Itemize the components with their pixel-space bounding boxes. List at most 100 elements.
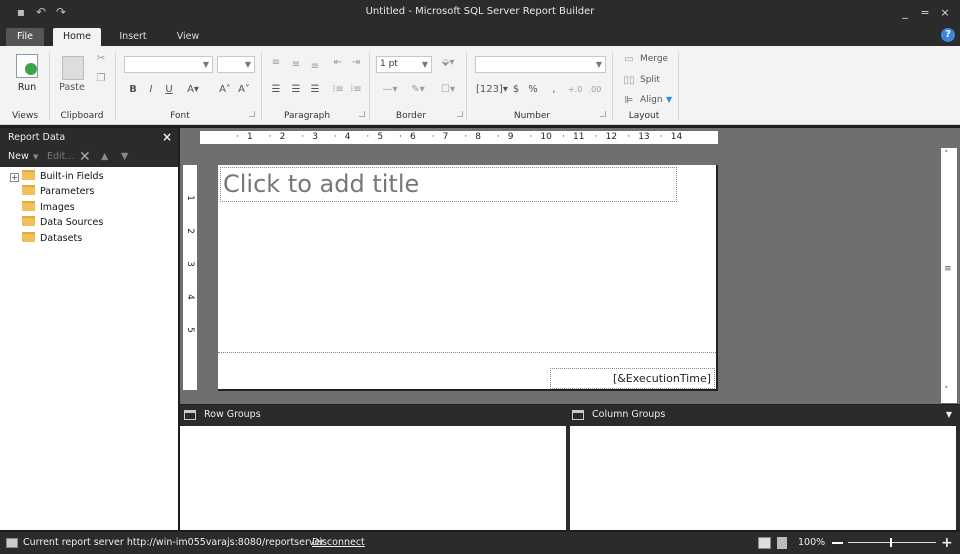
- ribbon-tabs: File Home Insert View: [0, 26, 960, 46]
- align-icon[interactable]: ⊫: [622, 94, 636, 108]
- new-button[interactable]: New: [8, 147, 29, 167]
- paragraph-dialog-launcher[interactable]: [359, 111, 365, 117]
- align-center-icon[interactable]: ☰: [288, 83, 304, 97]
- minimize-icon[interactable]: _: [896, 5, 914, 21]
- server-icon: [6, 538, 18, 548]
- tree-item-data-sources[interactable]: Data Sources: [22, 216, 103, 230]
- tab-file[interactable]: File: [6, 28, 44, 46]
- tab-home[interactable]: Home: [53, 28, 101, 46]
- restore-icon[interactable]: =: [916, 5, 934, 21]
- align-button[interactable]: Align: [640, 95, 663, 105]
- page-view-icon[interactable]: [777, 537, 787, 549]
- close-panel-icon[interactable]: ×: [162, 128, 172, 147]
- font-dialog-launcher[interactable]: [249, 111, 255, 117]
- merge-button[interactable]: Merge: [640, 54, 668, 64]
- scroll-thumb-icon[interactable]: ≡: [944, 264, 952, 274]
- align-bottom-icon[interactable]: ≡: [307, 60, 323, 74]
- close-icon[interactable]: ×: [936, 5, 954, 21]
- align-right-icon[interactable]: ☰: [307, 83, 323, 97]
- cut-icon[interactable]: ✂: [94, 52, 108, 66]
- new-dropdown-icon[interactable]: ▼: [33, 147, 38, 167]
- ruler-mark-6: 6: [410, 132, 416, 142]
- group-paragraph-label: Paragraph: [283, 111, 331, 121]
- run-icon[interactable]: [16, 54, 38, 78]
- italic-icon[interactable]: I: [145, 83, 157, 97]
- tab-insert[interactable]: Insert: [110, 28, 156, 46]
- disconnect-link[interactable]: Disconnect: [312, 532, 365, 554]
- decrease-indent-icon[interactable]: ⇤: [330, 56, 346, 70]
- comma-style-icon[interactable]: ,: [548, 83, 560, 97]
- border-color-icon[interactable]: ✎▾: [405, 83, 431, 97]
- shrink-font-icon[interactable]: A˅: [237, 83, 251, 97]
- column-groups-box[interactable]: [570, 426, 956, 530]
- run-button[interactable]: Run: [12, 82, 42, 93]
- paste-icon[interactable]: [62, 56, 84, 80]
- scroll-down-icon[interactable]: ˅: [944, 386, 949, 396]
- zoom-out-icon[interactable]: [832, 542, 843, 544]
- align-left-icon[interactable]: ☰: [268, 83, 284, 97]
- align-dropdown-icon[interactable]: ▼: [666, 95, 672, 104]
- border-dialog-launcher[interactable]: [457, 111, 463, 117]
- report-title-textbox[interactable]: Click to add title: [220, 167, 677, 202]
- font-color-icon[interactable]: A▾: [183, 83, 203, 97]
- zoom-slider-thumb[interactable]: [890, 538, 892, 547]
- currency-icon[interactable]: $: [510, 83, 522, 97]
- number-format-select[interactable]: ▼: [475, 56, 606, 73]
- tree-item-images[interactable]: Images: [22, 201, 75, 215]
- ruler-mark-9: 9: [507, 132, 514, 142]
- move-down-icon[interactable]: ▼: [121, 147, 128, 167]
- ruler-tick: ·: [268, 132, 272, 142]
- help-icon[interactable]: ?: [941, 28, 955, 42]
- edit-button[interactable]: Edit...: [47, 147, 74, 167]
- fill-color-icon[interactable]: ⬙▾: [437, 56, 459, 70]
- font-size-select[interactable]: ▼: [217, 56, 255, 73]
- grow-font-icon[interactable]: A˄: [218, 83, 232, 97]
- align-top-icon[interactable]: ≡: [268, 56, 284, 70]
- align-middle-icon[interactable]: ≡: [288, 58, 304, 72]
- placeholder-styles-icon[interactable]: [123]▾: [476, 83, 508, 97]
- ruler-tick: ·: [333, 132, 337, 142]
- folder-icon: [22, 185, 35, 195]
- tree-item-datasets[interactable]: Datasets: [22, 232, 82, 246]
- zoom-slider[interactable]: [848, 542, 936, 543]
- tab-view[interactable]: View: [166, 28, 210, 46]
- bold-icon[interactable]: B: [127, 83, 139, 97]
- underline-icon[interactable]: U: [163, 83, 175, 97]
- paste-button[interactable]: Paste: [55, 82, 89, 93]
- groups-menu-icon[interactable]: ▼: [946, 405, 952, 425]
- execution-time-textbox[interactable]: [&ExecutionTime]: [550, 368, 715, 389]
- copy-icon[interactable]: ❐: [94, 72, 108, 86]
- border-width-select[interactable]: 1 pt ▼: [376, 56, 432, 73]
- move-up-icon[interactable]: ▲: [101, 147, 108, 167]
- report-page[interactable]: Click to add title [&ExecutionTime]: [218, 165, 718, 391]
- tree-item-parameters[interactable]: Parameters: [22, 185, 94, 199]
- split-icon[interactable]: ▯▯: [622, 74, 636, 88]
- bullets-icon[interactable]: ⁝≡: [330, 83, 346, 97]
- decrease-decimal-icon[interactable]: .00: [586, 83, 604, 97]
- row-groups-icon: [184, 410, 196, 420]
- delete-icon[interactable]: ✕: [79, 147, 91, 167]
- group-number-label: Number: [513, 111, 551, 121]
- zoom-in-icon[interactable]: +: [941, 532, 953, 554]
- numbering-icon[interactable]: ⁝≡: [348, 83, 364, 97]
- increase-indent-icon[interactable]: ⇥: [348, 56, 364, 70]
- vertical-scrollbar[interactable]: ˄ ≡ ˅: [941, 148, 957, 403]
- design-view-icon[interactable]: [758, 537, 771, 549]
- report-data-panel: Report Data × New ▼ Edit... ✕ ▲ ▼ + Buil…: [0, 128, 178, 530]
- ruler-tick: ·: [627, 132, 631, 142]
- folder-icon: [22, 201, 35, 211]
- scroll-up-icon[interactable]: ˄: [944, 150, 949, 160]
- font-name-select[interactable]: ▼: [124, 56, 213, 73]
- increase-decimal-icon[interactable]: +.0: [566, 83, 584, 97]
- merge-icon[interactable]: ▭: [622, 53, 636, 67]
- row-groups-box[interactable]: [180, 426, 566, 530]
- percent-icon[interactable]: %: [527, 83, 539, 97]
- expand-icon[interactable]: +: [10, 173, 19, 182]
- ruler-mark-5: 5: [377, 132, 384, 142]
- split-button[interactable]: Split: [640, 75, 660, 85]
- border-style-icon[interactable]: —▾: [378, 83, 402, 97]
- ruler-tick: ·: [399, 132, 402, 142]
- tree-item-built-in-fields[interactable]: Built-in Fields: [22, 170, 104, 184]
- number-dialog-launcher[interactable]: [600, 111, 606, 117]
- borders-icon[interactable]: ☐▾: [436, 83, 460, 97]
